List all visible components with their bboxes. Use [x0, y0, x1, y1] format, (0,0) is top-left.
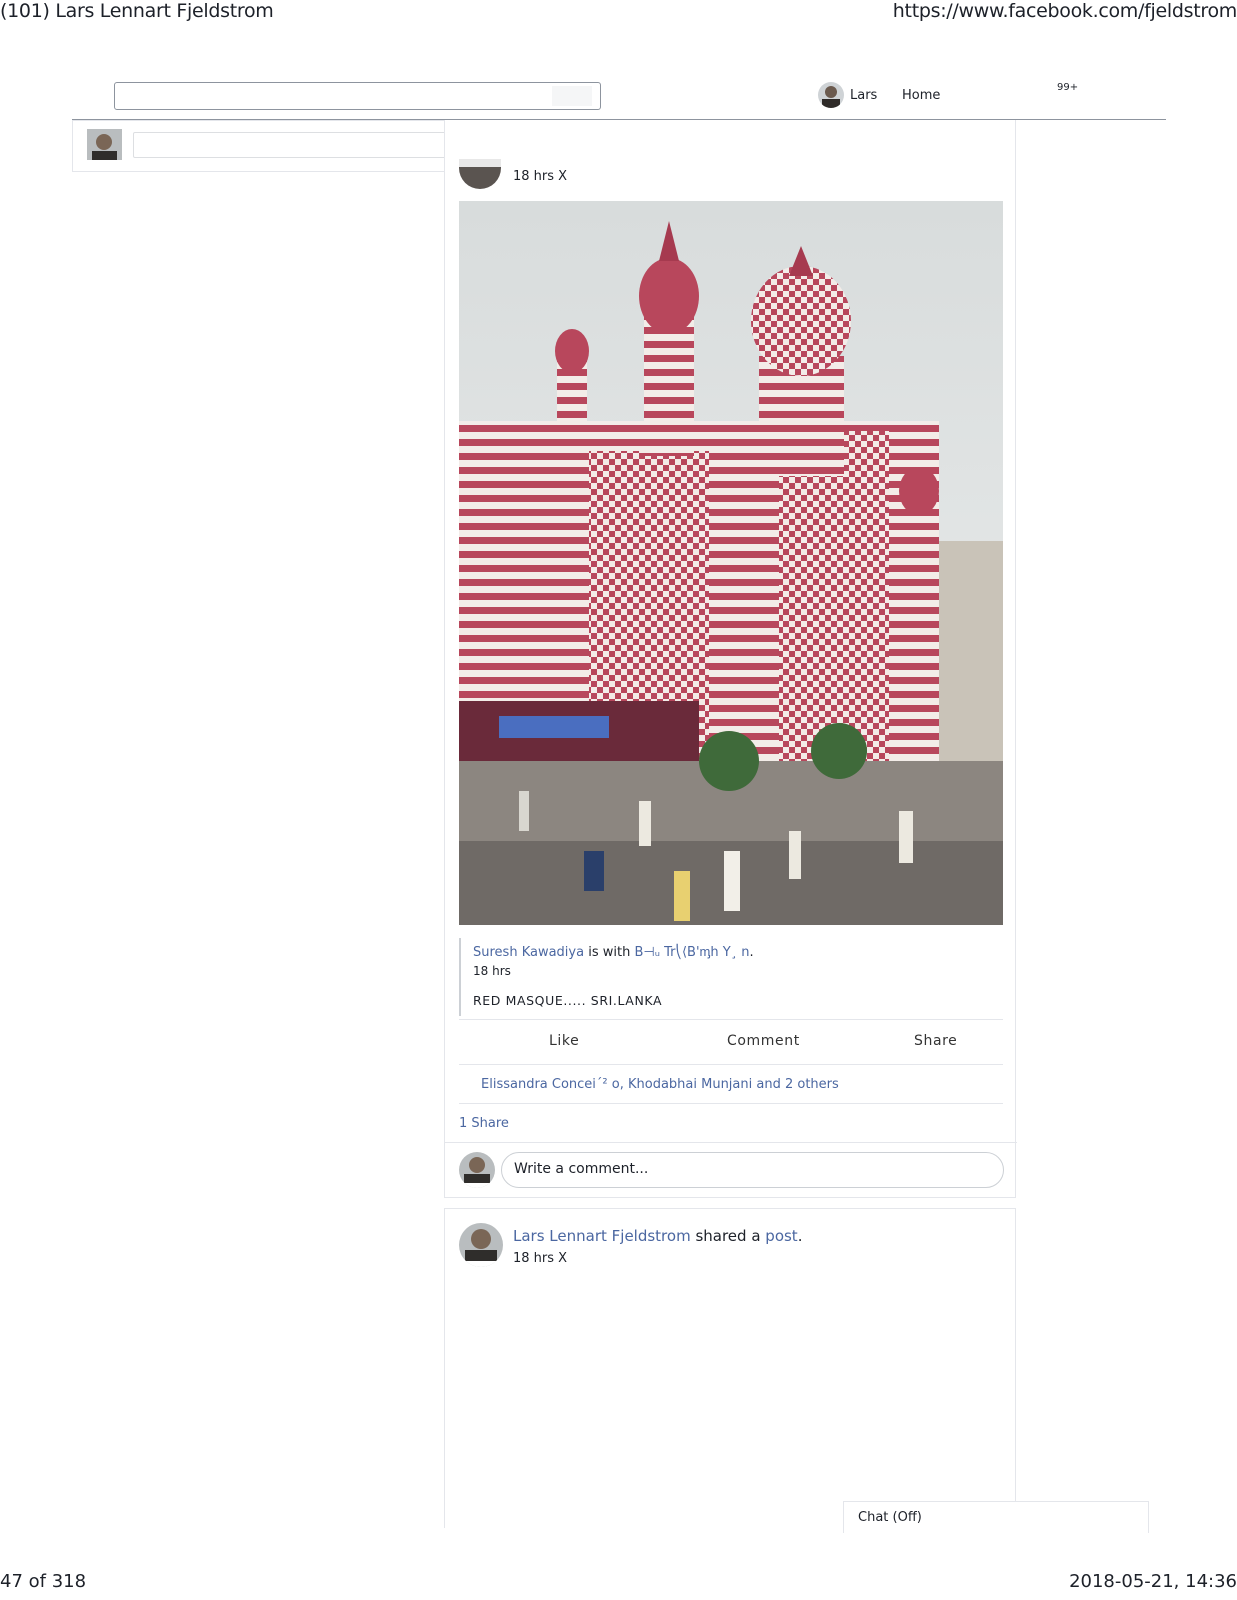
profile-photo-avatar-icon: [818, 82, 844, 108]
comment-button[interactable]: Comment: [727, 1033, 800, 1049]
post-timestamp[interactable]: 18 hrs X: [513, 1251, 567, 1266]
print-datetime: 2018-05-21, 14:36: [1069, 1571, 1237, 1592]
post-card: Lars Lennart Fjeldstrom shared a post. 1…: [444, 1208, 1016, 1528]
post-verb-text: shared a: [690, 1227, 766, 1245]
profile-photo-avatar-icon: [459, 1152, 495, 1188]
top-navigation-bar: Lars Home 99+: [72, 70, 1166, 120]
post-line-end: .: [797, 1227, 803, 1245]
composer-input[interactable]: [133, 132, 475, 158]
composer-avatar: [87, 129, 122, 164]
post-card: 18 hrs X Suresh Kawadiya is with B⊣ᵤ Tr⎝…: [444, 120, 1017, 1198]
print-page-number: 47 of 318: [0, 1571, 87, 1592]
post-author-avatar[interactable]: [459, 159, 501, 189]
post-author-link[interactable]: Lars Lennart Fjeldstrom: [513, 1227, 691, 1245]
divider: [445, 1142, 1017, 1143]
share-button[interactable]: Share: [914, 1033, 957, 1049]
search-button[interactable]: [552, 86, 592, 106]
reactions-summary[interactable]: Elissandra Concei´² o, Khodabhai Munjani…: [481, 1077, 839, 1092]
comment-input[interactable]: Write a comment...: [501, 1152, 1004, 1188]
nav-home-link[interactable]: Home: [902, 88, 940, 103]
profile-photo-avatar-icon: [459, 159, 501, 189]
shared-author-line: Suresh Kawadiya is with B⊣ᵤ Tr⎝⟨B'ᶆh Y¸ …: [473, 944, 1003, 960]
notifications-badge[interactable]: 99+: [1057, 82, 1078, 93]
post-photo[interactable]: [459, 201, 1003, 925]
like-button[interactable]: Like: [549, 1033, 579, 1049]
print-page-title: (101) Lars Lennart Fjeldstrom: [0, 0, 274, 22]
shared-timestamp[interactable]: 18 hrs: [473, 964, 1003, 978]
post-author-avatar[interactable]: [459, 1223, 503, 1267]
chat-bar[interactable]: Chat (Off): [843, 1501, 1149, 1533]
post-header-line: Lars Lennart Fjeldstrom shared a post.: [513, 1227, 802, 1245]
shared-line-end: .: [749, 945, 754, 960]
print-page-url: https://www.facebook.com/fjeldstrom: [892, 0, 1237, 22]
profile-photo-avatar-icon: [459, 1223, 503, 1267]
nav-user-link[interactable]: Lars: [850, 88, 877, 103]
nav-avatar[interactable]: [818, 82, 844, 108]
post-timestamp[interactable]: 18 hrs X: [513, 169, 567, 184]
shared-post-preview[interactable]: Suresh Kawadiya is with B⊣ᵤ Tr⎝⟨B'ᶆh Y¸ …: [459, 938, 1003, 1016]
profile-photo-avatar-icon: [87, 129, 122, 164]
shared-tagged-link[interactable]: B⊣ᵤ Tr⎝⟨B'ᶆh Y¸ n: [634, 945, 749, 960]
post-object-link[interactable]: post: [765, 1227, 797, 1245]
comment-avatar: [459, 1152, 495, 1188]
shared-author-link[interactable]: Suresh Kawadiya: [473, 945, 584, 960]
search-input[interactable]: [114, 82, 601, 110]
shared-with-text: is with: [584, 945, 635, 960]
shared-post-text: RED MASQUE..... SRI.LANKA: [473, 993, 663, 1008]
post-action-bar: Like Comment Share: [459, 1019, 1003, 1065]
shares-count[interactable]: 1 Share: [459, 1116, 509, 1131]
divider: [459, 1103, 1003, 1104]
red-mosque-photo-icon: [459, 201, 1003, 925]
